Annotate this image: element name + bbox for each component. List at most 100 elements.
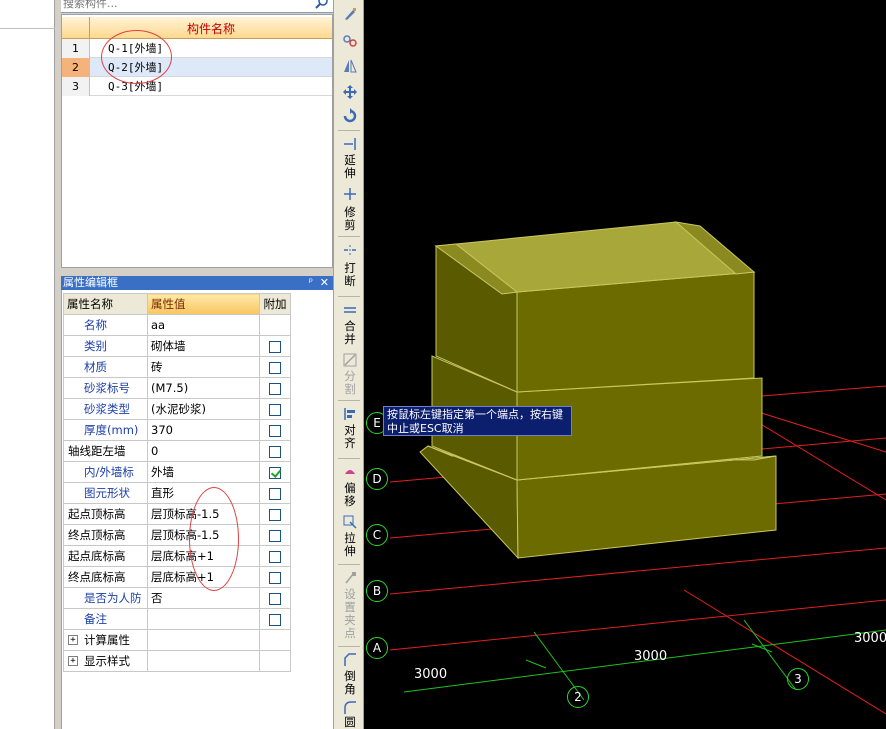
- attach-checkbox[interactable]: [269, 382, 281, 395]
- property-name: 厚度(mm): [63, 419, 148, 441]
- chamfer-button[interactable]: 倒角: [342, 670, 358, 696]
- attach-checkbox[interactable]: [269, 508, 281, 521]
- brush-icon[interactable]: [342, 6, 358, 22]
- component-row-2[interactable]: 2 Q-2[外墙]: [62, 58, 332, 77]
- component-list-header: 构件名称: [62, 17, 332, 39]
- panel-splitter[interactable]: [61, 268, 333, 276]
- property-row[interactable]: 砂浆标号 (M7.5): [63, 377, 291, 399]
- property-group-label: 计算属性: [84, 633, 130, 647]
- trim-icon[interactable]: [342, 186, 358, 202]
- attach-checkbox[interactable]: [269, 529, 281, 542]
- merge-icon[interactable]: [342, 302, 358, 318]
- property-value[interactable]: 否: [147, 587, 260, 609]
- property-row[interactable]: 起点底标高 层底标高+1: [63, 545, 291, 567]
- property-value[interactable]: 砌体墙: [147, 335, 260, 357]
- attach-checkbox[interactable]: [269, 403, 281, 416]
- merge-button[interactable]: 合并: [342, 320, 358, 346]
- 3d-viewport[interactable]: E D C B A 2 3 3000 3000 3000: [364, 0, 886, 729]
- property-extra: [259, 461, 291, 483]
- extend-icon[interactable]: [342, 136, 358, 152]
- property-value[interactable]: 层底标高+1: [147, 545, 260, 567]
- search-input[interactable]: [63, 0, 303, 12]
- search-box[interactable]: [61, 0, 333, 13]
- property-name: 终点底标高: [63, 566, 148, 588]
- expand-icon[interactable]: +: [68, 635, 78, 645]
- property-value[interactable]: 层顶标高-1.5: [147, 524, 260, 546]
- attach-checkbox[interactable]: [269, 487, 281, 500]
- property-value[interactable]: 砖: [147, 356, 260, 378]
- search-icon[interactable]: [315, 0, 329, 10]
- property-value[interactable]: (水泥砂浆): [147, 398, 260, 420]
- trim-button[interactable]: 修剪: [342, 206, 358, 232]
- property-row[interactable]: 内/外墙标 外墙: [63, 461, 291, 483]
- dimension-label: 3000: [854, 631, 886, 646]
- property-value[interactable]: 直形: [147, 482, 260, 504]
- split-button[interactable]: 分割: [342, 370, 358, 396]
- property-extra: [259, 545, 291, 567]
- property-row[interactable]: 厚度(mm) 370: [63, 419, 291, 441]
- extend-button[interactable]: 延伸: [342, 154, 358, 180]
- property-row[interactable]: 终点顶标高 层顶标高-1.5: [63, 524, 291, 546]
- property-value[interactable]: [147, 608, 260, 630]
- property-group[interactable]: + 显示样式: [63, 650, 148, 672]
- viewport-scene: [389, 221, 886, 715]
- axis-label-c: C: [366, 524, 388, 546]
- row-number-header: [62, 17, 90, 38]
- fillet-button[interactable]: 圆: [342, 716, 358, 729]
- axis-label-a: A: [366, 637, 388, 659]
- property-row[interactable]: 终点底标高 层底标高+1: [63, 566, 291, 588]
- break-icon[interactable]: [342, 242, 358, 258]
- property-group[interactable]: + 计算属性: [63, 629, 148, 651]
- move-icon[interactable]: [342, 84, 358, 100]
- fillet-icon[interactable]: [342, 700, 358, 716]
- attach-checkbox[interactable]: [269, 361, 281, 374]
- attach-checkbox[interactable]: [269, 613, 281, 626]
- property-value[interactable]: (M7.5): [147, 377, 260, 399]
- attach-checkbox[interactable]: [269, 571, 281, 584]
- chamfer-icon[interactable]: [342, 652, 358, 668]
- property-row[interactable]: 类别 砌体墙: [63, 335, 291, 357]
- mirror-icon[interactable]: [342, 58, 358, 74]
- property-row[interactable]: 图元形状 直形: [63, 482, 291, 504]
- component-list: 构件名称 1 Q-1[外墙] 2 Q-2[外墙] 3 Q-3[外墙]: [61, 14, 333, 268]
- expand-icon[interactable]: +: [68, 656, 78, 666]
- stretch-icon[interactable]: [342, 514, 358, 530]
- attach-checkbox[interactable]: [269, 466, 281, 479]
- attach-checkbox[interactable]: [269, 592, 281, 605]
- attach-checkbox[interactable]: [269, 340, 281, 353]
- pin-icon[interactable]: ᵖ: [309, 276, 313, 290]
- property-row[interactable]: 起点顶标高 层顶标高-1.5: [63, 503, 291, 525]
- property-row[interactable]: 名称 aa: [63, 314, 291, 336]
- attach-checkbox[interactable]: [269, 550, 281, 563]
- property-value[interactable]: aa: [147, 314, 260, 336]
- property-value[interactable]: 370: [147, 419, 260, 441]
- attach-checkbox[interactable]: [269, 445, 281, 458]
- split-icon: [343, 353, 357, 367]
- attach-checkbox[interactable]: [269, 424, 281, 437]
- align-icon[interactable]: [342, 406, 358, 422]
- property-value[interactable]: 0: [147, 440, 260, 462]
- property-row[interactable]: 是否为人防否: [63, 587, 291, 609]
- property-group-row[interactable]: + 计算属性: [63, 629, 291, 651]
- property-value[interactable]: 外墙: [147, 461, 260, 483]
- property-group-label: 显示样式: [84, 654, 130, 668]
- property-row[interactable]: 轴线距左墙 0: [63, 440, 291, 462]
- close-icon[interactable]: ✕: [320, 276, 329, 290]
- break-button[interactable]: 打断: [342, 262, 358, 288]
- property-value[interactable]: 层底标高+1: [147, 566, 260, 588]
- component-row-1[interactable]: 1 Q-1[外墙]: [62, 39, 332, 58]
- component-row-3[interactable]: 3 Q-3[外墙]: [62, 77, 332, 96]
- component-name: Q-2[外墙]: [108, 61, 164, 74]
- set-clamp-button[interactable]: 设置夹点: [342, 588, 358, 640]
- property-value[interactable]: 层顶标高-1.5: [147, 503, 260, 525]
- property-row[interactable]: 砂浆类型 (水泥砂浆): [63, 398, 291, 420]
- property-group-row[interactable]: + 显示样式: [63, 650, 291, 672]
- property-row[interactable]: 备注: [63, 608, 291, 630]
- offset-icon[interactable]: [342, 464, 358, 480]
- property-row[interactable]: 材质砖: [63, 356, 291, 378]
- align-button[interactable]: 对齐: [342, 424, 358, 450]
- copy-icon[interactable]: [342, 33, 358, 49]
- stretch-button[interactable]: 拉伸: [342, 532, 358, 558]
- offset-button[interactable]: 偏移: [342, 482, 358, 508]
- rotate-icon[interactable]: [342, 108, 358, 124]
